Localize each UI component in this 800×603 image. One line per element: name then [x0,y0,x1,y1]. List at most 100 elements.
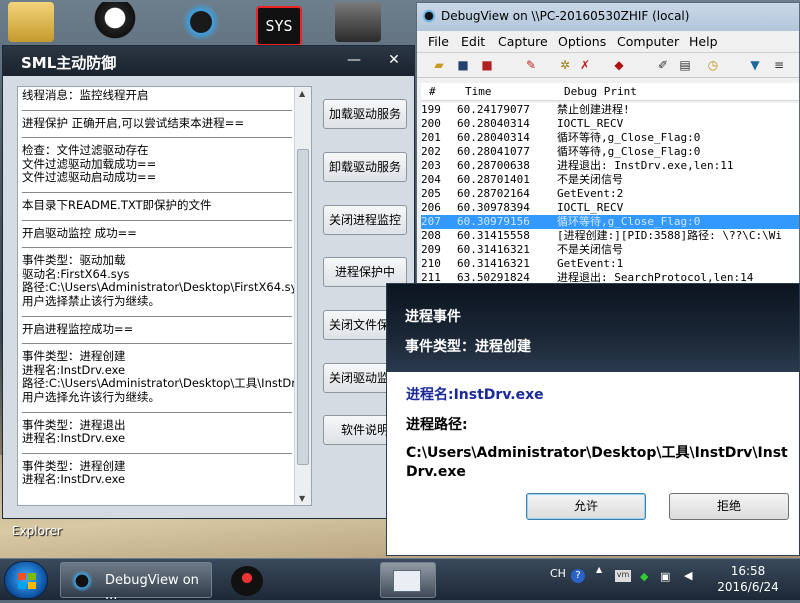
volume-tray-icon[interactable]: ◀ [684,569,692,582]
log-row[interactable]: 210 60.31416321 GetEvent:1 [421,257,799,271]
log-row[interactable]: 209 60.31416321 不是关闭信号 [421,243,799,257]
menu-computer[interactable]: Computer [617,34,679,49]
log-scrollbar[interactable]: ▲ ▼ [294,87,311,505]
menu-capture[interactable]: Capture [498,34,548,49]
row-msg: [进程创建:][PID:3588]路径: \??\C:\Wi [557,229,782,242]
log-row[interactable]: 206 60.30978394 IOCTL_RECV [421,201,799,215]
menu-file[interactable]: File [428,34,449,49]
options-icon[interactable]: ✲ [557,57,573,73]
process-path-value: C:\Users\Administrator\Desktop\工具\InstDr… [406,445,788,480]
log-row[interactable]: 204 60.28701401 不是关闭信号 [421,173,799,187]
open-icon[interactable]: ▰ [431,57,447,73]
load-driver-button[interactable]: 加载驱动服务 [323,99,407,129]
process-event-dialog: 进程事件 事件类型：进程创建 进程名:InstDrv.exe 进程路径: C:\… [386,283,800,556]
close-process-monitor-button[interactable]: 关闭进程监控 [323,205,407,235]
scroll-thumb[interactable] [297,149,309,465]
log-row[interactable]: 200 60.28040314 IOCTL_RECV [421,117,799,131]
person-icon[interactable] [335,2,381,42]
vm-tray-icon[interactable]: vm [615,570,631,582]
log-line: 路径:C:\Users\Administrator\Desktop\工具\Ins… [22,376,311,391]
column-debug-print[interactable]: Debug Print [564,85,637,98]
system-clock[interactable]: 16:58 2016/6/24 [712,563,784,595]
sml-titlebar[interactable]: SML主动防御 — ✕ [3,46,414,76]
allow-button[interactable]: 允许 [526,493,646,520]
save-as-icon[interactable]: ■ [479,57,495,73]
column-time[interactable]: Time [465,85,492,98]
row-time: 60.28040314 [457,117,530,130]
menu-options[interactable]: Options [558,34,606,49]
clear-icon[interactable]: ◆ [611,57,627,73]
taskbar-item-sml[interactable] [216,562,280,598]
process-path-label: 进程路径: [406,417,468,433]
highlight-icon[interactable]: ≡ [771,57,787,73]
row-msg: IOCTL_RECV [557,201,624,214]
deny-button[interactable]: 拒绝 [669,493,789,520]
filter-icon[interactable]: ▤ [677,57,693,73]
debugview-titlebar[interactable]: DebugView on \\PC-20160530ZHIF (local) [417,3,799,31]
debugview-log-list[interactable]: 199 60.24179077 禁止创建进程! 200 60.28040314 IOCTL… [421,103,799,289]
taskbar-item-event[interactable] [380,562,436,598]
pin-icon[interactable]: ✗ [577,57,593,73]
folder-icon[interactable] [8,2,54,42]
column-number[interactable]: # [429,85,436,98]
row-n: 210 [421,257,441,270]
save-icon[interactable]: ■ [455,57,471,73]
minimize-button[interactable]: — [339,50,369,72]
find-icon[interactable]: ▼ [747,57,763,73]
security-tray-icon[interactable]: ◆ [640,570,648,583]
taskbar-item-debugview[interactable]: DebugView on ... [60,562,212,603]
log-row[interactable]: 201 60.28040314 循环等待,g_Close_Flag:0 [421,131,799,145]
row-time: 60.31416321 [457,243,530,256]
menu-help[interactable]: Help [689,34,718,49]
log-line: 事件类型：进程创建 [22,349,126,364]
clock-time: 16:58 [730,564,766,578]
start-button[interactable] [4,561,48,599]
log-row[interactable]: 203 60.28700638 进程退出: InstDrv.exe,len:11 [421,159,799,173]
log-line: 进程保护 正确开启,可以尝试结束本进程== [22,115,245,130]
desktop-icon-label-explorer[interactable]: Explorer [12,524,62,538]
unload-driver-button[interactable]: 卸载驱动服务 [323,152,407,182]
log-line: 事件类型：驱动加载 [22,253,126,268]
clock-icon[interactable]: ◷ [705,57,721,73]
row-time: 60.28702164 [457,187,530,200]
help-icon[interactable]: ? [571,569,585,583]
row-time: 60.24179077 [457,103,530,116]
log-textarea[interactable]: 线程消息：监控线程开启 进程保护 正确开启,可以尝试结束本进程== 检查：文件过滤驱… [17,86,312,506]
row-n: 204 [421,173,441,186]
menu-edit[interactable]: Edit [461,34,485,49]
log-row[interactable]: 205 60.28702164 GetEvent:2 [421,187,799,201]
row-msg: 进程退出: InstDrv.exe,len:11 [557,159,734,172]
edit-icon[interactable]: ✐ [655,57,671,73]
log-row[interactable]: 202 60.28041077 循环等待,g_Close_Flag:0 [421,145,799,159]
scroll-down-arrow-icon[interactable]: ▼ [299,494,305,503]
log-line: 开启驱动监控 成功== [22,225,137,240]
log-line: 进程名:InstDrv.exe [22,472,126,487]
close-button[interactable]: ✕ [379,50,409,72]
row-time: 60.28701401 [457,173,530,186]
log-line: 用户选择允许该行为继续。 [22,389,160,404]
scroll-up-arrow-icon[interactable]: ▲ [299,89,305,98]
log-line: 文件过滤驱动启动成功== [22,170,157,185]
debugview-task-icon [71,570,93,592]
log-separator [22,130,292,139]
debugview-toolbar: ▰ ■ ■ ✎ ✲ ✗ ◆ ✐ ▤ ◷ ▼ ≡ [417,54,799,78]
language-indicator[interactable]: CH [550,567,566,580]
log-row[interactable]: 208 60.31415558 [进程创建:][PID:3588]路径: \??\C… [421,229,799,243]
capture-icon[interactable]: ✎ [523,57,539,73]
dialog-body: 进程名:InstDrv.exe 进程路径: C:\Users\Administr… [387,372,799,555]
log-separator [22,405,292,413]
network-tray-icon[interactable]: ▣ [660,570,670,583]
bug-icon[interactable] [178,2,224,42]
log-row-selected[interactable]: 207 60.30979156 循环等待,g_Close_Flag:0 [421,215,799,229]
qq-icon[interactable] [92,2,138,42]
dialog-title: 进程事件 [405,309,461,325]
sys-icon[interactable]: SYS [256,6,302,46]
clock-date: 2016/6/24 [717,580,779,594]
log-row[interactable]: 199 60.24179077 禁止创建进程! [421,103,799,117]
tray-expand-icon[interactable]: ▲ [596,565,602,574]
dialog-header: 进程事件 事件类型：进程创建 [387,284,799,372]
row-time: 60.31416321 [457,257,530,270]
row-n: 206 [421,201,441,214]
log-separator [22,213,292,221]
log-line: 本目录下README.TXT即保护的文件 [22,197,212,212]
